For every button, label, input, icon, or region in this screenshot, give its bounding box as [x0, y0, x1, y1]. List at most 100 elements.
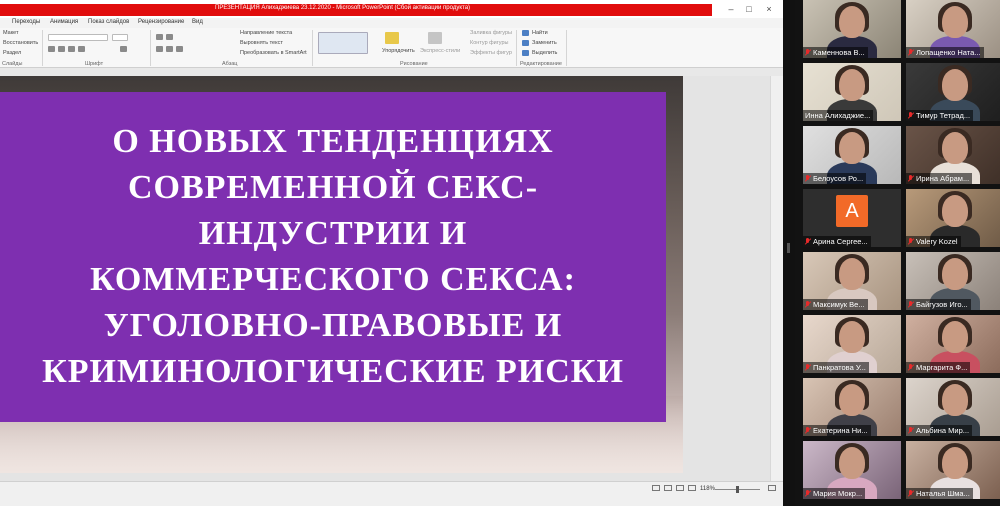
participant-tile[interactable]: Панкратова У...	[803, 315, 901, 373]
participant-name: Панкратова У...	[813, 363, 866, 372]
participant-name-bar: Ирина Абрам...	[906, 173, 973, 184]
tab-transitions[interactable]: Переходы	[12, 19, 40, 25]
participant-face	[839, 6, 865, 38]
muted-mic-icon	[908, 427, 914, 434]
shape-outline-button[interactable]: Контур фигуры	[470, 40, 508, 46]
reading-view-icon[interactable]	[676, 485, 684, 491]
participant-tile[interactable]: Маргарита Ф...	[906, 315, 1000, 373]
quick-styles-icon[interactable]	[428, 32, 442, 44]
muted-mic-icon	[908, 175, 914, 182]
slide-title-line: СОВРЕМЕННОЙ СЕКС-	[127, 169, 539, 206]
arrange-button[interactable]: Упорядочить	[382, 48, 415, 54]
tab-slideshow[interactable]: Показ слайдов	[88, 19, 129, 25]
muted-mic-icon	[908, 238, 914, 245]
close-button[interactable]: ×	[760, 3, 778, 15]
resize-handle[interactable]	[787, 243, 790, 253]
participant-name-bar: Екатерина Ни...	[803, 425, 871, 436]
participant-name-bar: Панкратова У...	[803, 362, 869, 373]
participant-tile[interactable]: Каменнова В...	[803, 0, 901, 58]
muted-mic-icon	[805, 490, 811, 497]
align-text-button[interactable]: Выровнять текст	[240, 40, 283, 46]
font-color-icon[interactable]	[120, 46, 127, 52]
avatar: А	[836, 195, 868, 227]
participant-face	[942, 447, 968, 479]
arrange-icon[interactable]	[385, 32, 399, 44]
muted-mic-icon	[805, 364, 811, 371]
participant-tile[interactable]: Valery Kozel	[906, 189, 1000, 247]
normal-view-icon[interactable]	[652, 485, 660, 491]
quick-styles-button[interactable]: Экспресс-стили	[420, 48, 460, 54]
tab-animation[interactable]: Анимация	[50, 19, 78, 25]
muted-mic-icon	[805, 427, 811, 434]
smartart-button[interactable]: Преобразовать в SmartArt	[240, 50, 307, 56]
participant-face	[839, 258, 865, 290]
vertical-scrollbar[interactable]	[770, 76, 783, 481]
select-button[interactable]: Выделить	[532, 50, 557, 56]
participant-tile[interactable]: Байгузов Иго...	[906, 252, 1000, 310]
muted-mic-icon	[805, 175, 811, 182]
participant-face	[839, 384, 865, 416]
participant-tile[interactable]: Белоусов Ро...	[803, 126, 901, 184]
participant-name: Лопащенко Ната...	[916, 48, 981, 57]
ribbon-divider	[150, 30, 151, 66]
find-button[interactable]: Найти	[532, 30, 548, 36]
restore-button[interactable]: □	[740, 3, 758, 15]
ribbon-divider	[566, 30, 567, 66]
strikethrough-icon[interactable]	[78, 46, 85, 52]
muted-mic-icon	[908, 364, 914, 371]
reset-button[interactable]: Восстановить	[3, 40, 38, 46]
font-size-field[interactable]	[112, 34, 128, 41]
participant-tile[interactable]: А Арина Сергее...	[803, 189, 901, 247]
participant-name: Valery Kozel	[916, 237, 958, 246]
slide-title[interactable]: О НОВЫХ ТЕНДЕНЦИЯХ СОВРЕМЕННОЙ СЕКС- ИНД…	[0, 92, 666, 422]
fit-slide-icon[interactable]	[768, 485, 776, 491]
current-slide[interactable]: О НОВЫХ ТЕНДЕНЦИЯХ СОВРЕМЕННОЙ СЕКС- ИНД…	[0, 76, 683, 473]
shape-effects-button[interactable]: Эффекты фигур	[470, 50, 512, 56]
participant-tile[interactable]: Наталья Шма...	[906, 441, 1000, 499]
bullets-icon[interactable]	[156, 34, 163, 40]
minimize-button[interactable]: –	[722, 3, 740, 15]
layout-button[interactable]: Макет	[3, 30, 19, 36]
ruler	[0, 68, 783, 76]
replace-button[interactable]: Заменить	[532, 40, 557, 46]
participant-tile[interactable]: Екатерина Ни...	[803, 378, 901, 436]
select-icon[interactable]	[522, 50, 529, 56]
participant-name-bar: Арина Сергее...	[803, 236, 871, 247]
align-left-icon[interactable]	[156, 46, 163, 52]
participant-tile[interactable]: Лопащенко Ната...	[906, 0, 1000, 58]
slideshow-view-icon[interactable]	[688, 485, 696, 491]
participant-name: Мария Мокр...	[813, 489, 863, 498]
panel-divider[interactable]	[783, 0, 795, 506]
replace-icon[interactable]	[522, 40, 529, 46]
font-name-field[interactable]	[48, 34, 108, 41]
tab-view[interactable]: Вид	[192, 19, 203, 25]
participant-name-bar: Мария Мокр...	[803, 488, 866, 499]
italic-icon[interactable]	[58, 46, 65, 52]
align-center-icon[interactable]	[166, 46, 173, 52]
participant-face	[942, 6, 968, 38]
slide-title-line: ИНДУСТРИИ И	[198, 215, 468, 252]
tab-review[interactable]: Рецензирование	[138, 19, 184, 25]
find-icon[interactable]	[522, 30, 529, 36]
participant-face	[942, 195, 968, 227]
align-right-icon[interactable]	[176, 46, 183, 52]
participant-tile[interactable]: Ирина Абрам...	[906, 126, 1000, 184]
group-drawing: Рисование	[400, 61, 428, 67]
participant-name: Каменнова В...	[813, 48, 865, 57]
bold-icon[interactable]	[48, 46, 55, 52]
participant-tile[interactable]: Мария Мокр...	[803, 441, 901, 499]
participant-tile[interactable]: Максимук Ве...	[803, 252, 901, 310]
ribbon-divider	[312, 30, 313, 66]
shape-fill-button[interactable]: Заливка фигуры	[470, 30, 512, 36]
shapes-gallery[interactable]	[318, 32, 368, 54]
sorter-view-icon[interactable]	[664, 485, 672, 491]
underline-icon[interactable]	[68, 46, 75, 52]
participant-tile[interactable]: Альбина Мир...	[906, 378, 1000, 436]
zoom-slider-thumb[interactable]	[736, 486, 739, 493]
participant-tile[interactable]: Тимур Тетрад...	[906, 63, 1000, 121]
section-button[interactable]: Раздел	[3, 50, 21, 56]
participant-tile[interactable]: Инна Алихаджие...	[803, 63, 901, 121]
text-direction-button[interactable]: Направление текста	[240, 30, 292, 36]
numbering-icon[interactable]	[166, 34, 173, 40]
zoom-level[interactable]: 118%	[700, 486, 715, 492]
